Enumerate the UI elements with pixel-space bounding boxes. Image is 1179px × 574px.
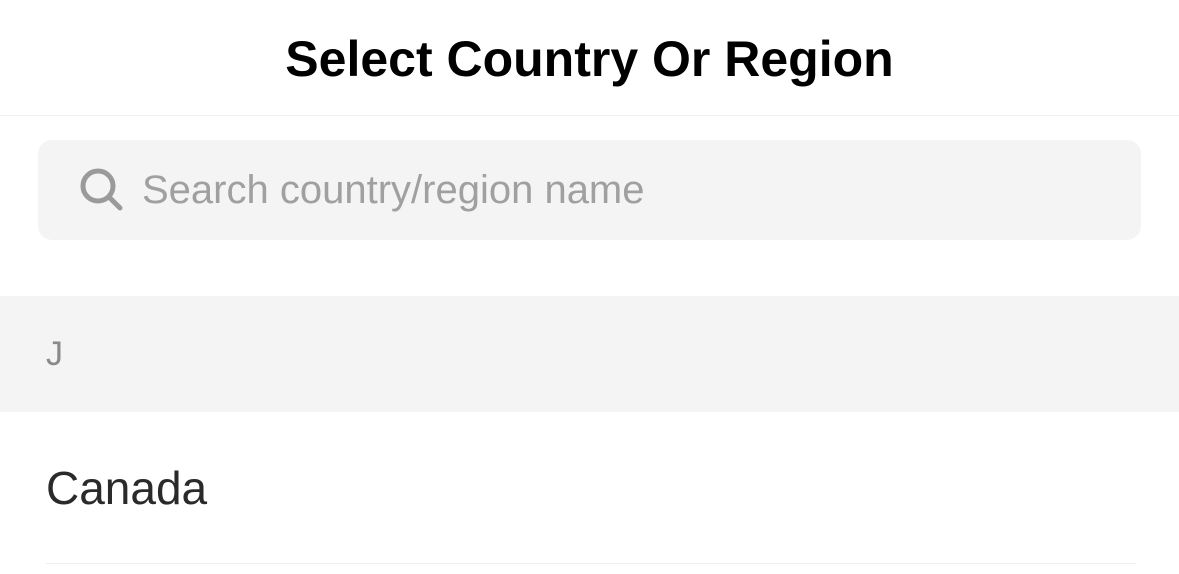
page-title: Select Country Or Region (285, 30, 894, 87)
header: Select Country Or Region (0, 0, 1179, 116)
section-header: J (0, 296, 1179, 412)
section-letter: J (46, 334, 63, 373)
list-item-label: Canada (46, 462, 208, 514)
search-icon (78, 166, 126, 214)
country-region-picker: Select Country Or Region J Canada (0, 0, 1179, 574)
list-item-canada[interactable]: Canada (0, 412, 1179, 564)
list-divider (46, 563, 1136, 564)
search-input[interactable] (142, 160, 1042, 220)
search-box[interactable] (38, 140, 1141, 240)
